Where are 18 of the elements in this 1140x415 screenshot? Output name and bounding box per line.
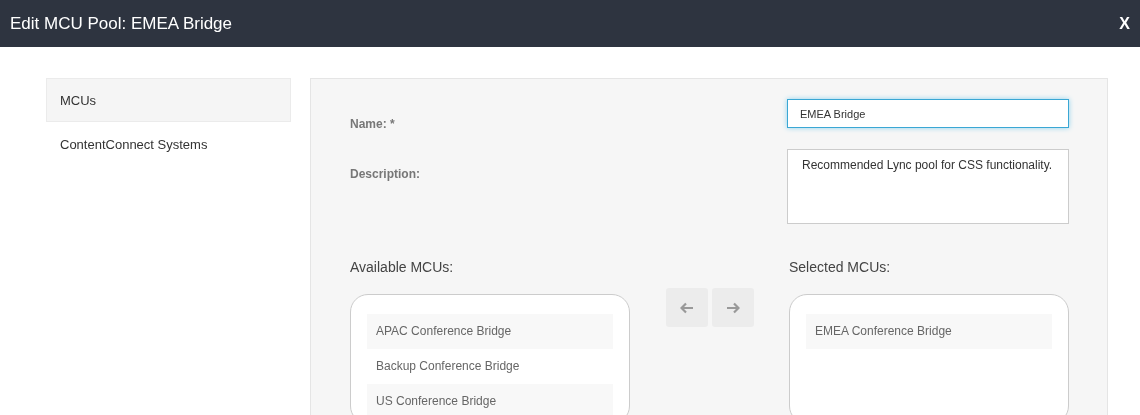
name-field[interactable]: EMEA Bridge — [787, 99, 1069, 128]
field-label: Description: — [350, 166, 420, 183]
window-title: Edit MCU Pool: EMEA Bridge — [10, 12, 233, 35]
arrow-right-icon — [725, 302, 740, 315]
field-label: Name: * — [350, 116, 395, 133]
sidebar-item[interactable]: MCUs — [46, 78, 291, 122]
move-right-button[interactable] — [711, 288, 754, 327]
close-button[interactable]: X — [1119, 11, 1130, 36]
list-heading: Available MCUs: — [350, 258, 455, 277]
arrow-left-icon — [679, 302, 694, 315]
list-item[interactable]: US Conference Bridge — [367, 384, 613, 415]
move-left-button[interactable] — [665, 288, 708, 327]
sidebar-item[interactable]: ContentConnect Systems — [46, 122, 291, 166]
list-item[interactable]: APAC Conference Bridge — [367, 314, 613, 349]
list-heading: Selected MCUs: — [789, 258, 892, 277]
list-item[interactable]: EMEA Conference Bridge — [806, 314, 1052, 349]
description-field[interactable]: Recommended Lync pool for CSS functionality. — [787, 149, 1069, 224]
list-item[interactable]: Backup Conference Bridge — [367, 349, 613, 384]
